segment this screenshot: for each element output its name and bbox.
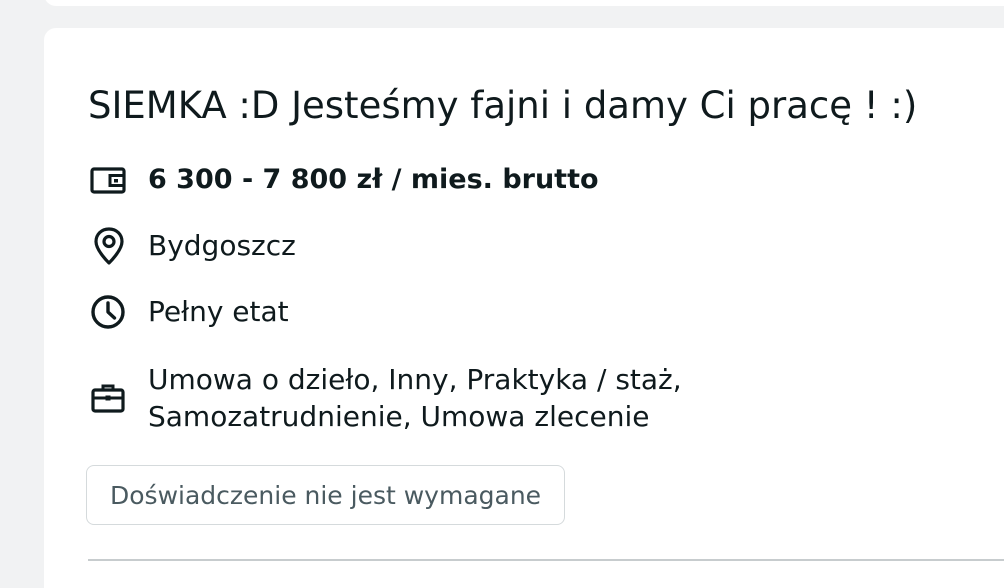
job-title[interactable]: SIEMKA :D Jesteśmy fajni i damy Ci pracę…	[88, 83, 917, 129]
work-time-row: Pełny etat	[88, 291, 289, 333]
location-text: Bydgoszcz	[148, 229, 296, 262]
contract-row: Umowa o dzieło, Inny, Praktyka / staż, S…	[88, 361, 788, 435]
salary-text: 6 300 - 7 800 zł / mies. brutto	[148, 164, 599, 195]
divider	[88, 559, 1004, 561]
clock-icon	[88, 291, 130, 333]
salary-row: 6 300 - 7 800 zł / mies. brutto	[88, 159, 599, 201]
wallet-icon	[88, 159, 130, 201]
job-offer-card: SIEMKA :D Jesteśmy fajni i damy Ci pracę…	[44, 28, 1004, 588]
location-row: Bydgoszcz	[88, 225, 296, 267]
experience-badge: Doświadczenie nie jest wymagane	[86, 465, 566, 525]
location-pin-icon	[88, 225, 130, 267]
work-time-text: Pełny etat	[148, 295, 289, 328]
contract-line-1: Umowa o dzieło, Inny, Praktyka / staż,	[148, 363, 682, 396]
contract-line-2: Samozatrudnienie, Umowa zlecenie	[148, 400, 650, 433]
briefcase-icon	[88, 377, 130, 419]
previous-card	[44, 0, 1004, 6]
contract-text: Umowa o dzieło, Inny, Praktyka / staż, S…	[148, 361, 788, 435]
